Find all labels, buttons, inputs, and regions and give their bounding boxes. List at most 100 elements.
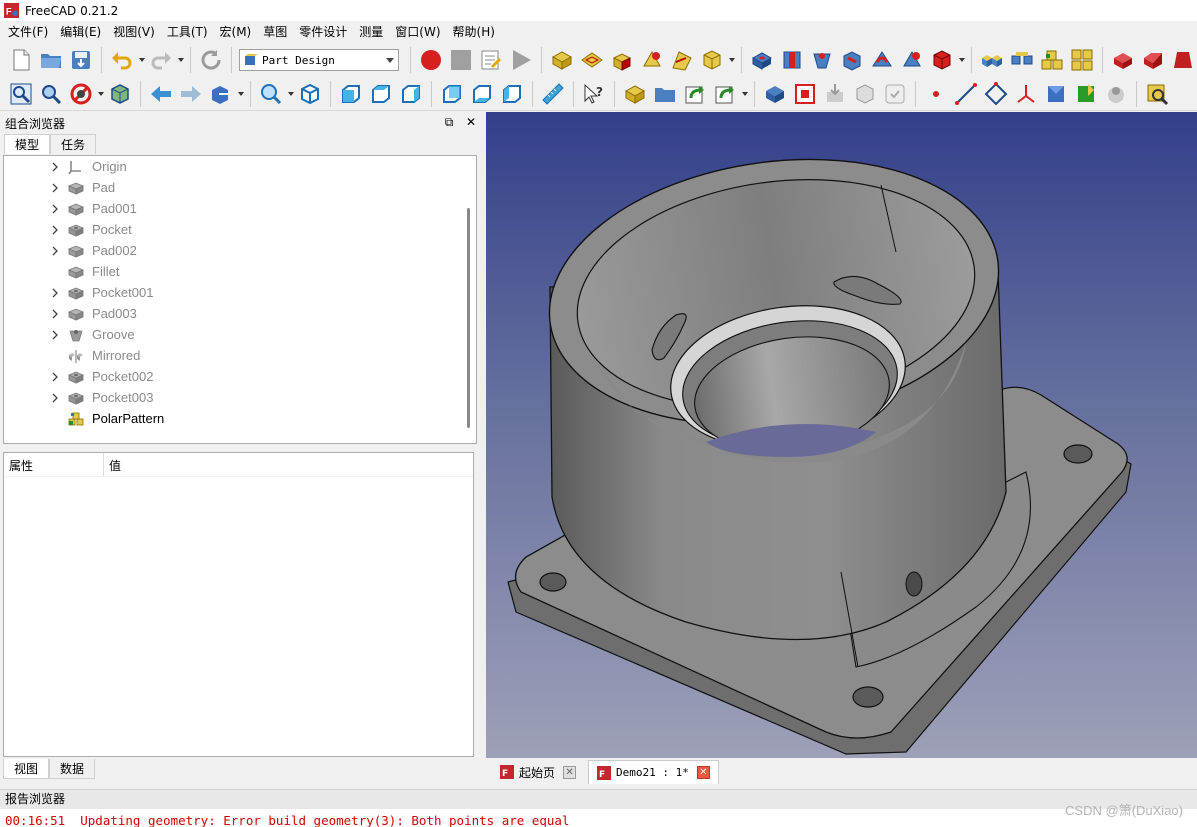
tree-item-mirrored[interactable]: Mirrored <box>4 345 476 366</box>
linear-pattern-button[interactable] <box>1008 46 1036 74</box>
tree-item-pocket001[interactable]: Pocket001 <box>4 282 476 303</box>
subtractive-pipe-button[interactable] <box>868 46 896 74</box>
value-column-header[interactable]: 值 <box>104 453 126 476</box>
chevron-right-icon[interactable] <box>50 393 60 403</box>
create-sketch-button[interactable] <box>578 46 606 74</box>
tree-item-groove[interactable]: Groove <box>4 324 476 345</box>
mirrored-button[interactable] <box>978 46 1006 74</box>
subtractive-helix-button[interactable] <box>898 46 926 74</box>
additive-loft-button[interactable] <box>668 46 696 74</box>
zoom-button[interactable] <box>257 80 285 108</box>
property-column-header[interactable]: 属性 <box>4 453 104 476</box>
menu-part-design[interactable]: 零件设计 <box>293 21 353 43</box>
shape-binder2-button[interactable] <box>1042 80 1070 108</box>
local-cs-button[interactable] <box>881 80 909 108</box>
tree-item-pad002[interactable]: Pad002 <box>4 240 476 261</box>
tree-item-pad003[interactable]: Pad003 <box>4 303 476 324</box>
chevron-right-icon[interactable] <box>50 204 60 214</box>
subtractive-loft-button[interactable] <box>838 46 866 74</box>
tree-item-pocket003[interactable]: Pocket003 <box>4 387 476 408</box>
datum-plane-button[interactable] <box>982 80 1010 108</box>
link-actions-dropdown[interactable] <box>740 80 749 108</box>
tree-item-pad001[interactable]: Pad001 <box>4 198 476 219</box>
fit-selection-button[interactable] <box>37 80 65 108</box>
create-body-button[interactable] <box>548 46 576 74</box>
chevron-right-icon[interactable] <box>50 225 60 235</box>
redo-button[interactable] <box>147 46 175 74</box>
datum-cs-button[interactable] <box>1012 80 1040 108</box>
menu-edit[interactable]: 编辑(E) <box>54 21 107 43</box>
back-button[interactable] <box>147 80 175 108</box>
document-tab-demo21[interactable]: F Demo21 : 1* ✕ <box>588 760 719 784</box>
datum-point-button[interactable] <box>922 80 950 108</box>
open-button[interactable] <box>37 46 65 74</box>
close-dock-button[interactable]: ✕ <box>464 115 478 129</box>
chevron-right-icon[interactable] <box>50 246 60 256</box>
tab-tasks[interactable]: 任务 <box>50 134 97 154</box>
menu-tools[interactable]: 工具(T) <box>161 21 214 43</box>
polar-pattern-button[interactable] <box>1038 46 1066 74</box>
pocket-button[interactable] <box>748 46 776 74</box>
chamfer-button[interactable] <box>1139 46 1167 74</box>
additive-primitive-dropdown[interactable] <box>727 46 736 74</box>
tree-item-fillet[interactable]: Fillet <box>4 261 476 282</box>
menu-help[interactable]: 帮助(H) <box>447 21 501 43</box>
chevron-right-icon[interactable] <box>50 162 60 172</box>
additive-primitive-button[interactable] <box>698 46 726 74</box>
draft-button[interactable] <box>1169 46 1197 74</box>
clone2-button[interactable] <box>1102 80 1130 108</box>
pad-button[interactable] <box>608 46 636 74</box>
view-top-button[interactable] <box>367 80 395 108</box>
draw-style-button[interactable] <box>67 80 95 108</box>
undo-dropdown[interactable] <box>137 46 146 74</box>
subtractive-primitive-button[interactable] <box>928 46 956 74</box>
whats-this-button[interactable]: ? <box>580 80 608 108</box>
measure-distance-button[interactable] <box>539 80 567 108</box>
chevron-right-icon[interactable] <box>50 309 60 319</box>
chevron-right-icon[interactable] <box>50 330 60 340</box>
clone-button[interactable] <box>821 80 849 108</box>
tree-item-pocket002[interactable]: Pocket002 <box>4 366 476 387</box>
view-bottom-button[interactable] <box>468 80 496 108</box>
document-tab-start-page[interactable]: F 起始页 ✕ <box>492 760 584 784</box>
link-actions-button[interactable] <box>711 80 739 108</box>
draw-style-dropdown[interactable] <box>96 80 105 108</box>
tree-item-pad[interactable]: Pad <box>4 177 476 198</box>
create-group-button[interactable] <box>651 80 679 108</box>
tree-scrollbar[interactable] <box>467 208 470 428</box>
multi-transform-button[interactable] <box>1068 46 1096 74</box>
subshape-binder2-button[interactable] <box>1072 80 1100 108</box>
forward-button[interactable] <box>177 80 205 108</box>
close-icon[interactable]: ✕ <box>563 765 577 779</box>
tree-item-origin[interactable]: Origin <box>4 156 476 177</box>
menu-view[interactable]: 视图(V) <box>107 21 161 43</box>
revolution-button[interactable] <box>638 46 666 74</box>
redo-dropdown[interactable] <box>176 46 185 74</box>
float-dock-button[interactable]: ⧉ <box>442 115 456 129</box>
menu-macro[interactable]: 宏(M) <box>214 21 258 43</box>
menu-measure[interactable]: 测量 <box>353 21 389 43</box>
undo-button[interactable] <box>108 46 136 74</box>
tab-view-properties[interactable]: 视图 <box>3 759 50 779</box>
bounding-box-button[interactable] <box>106 80 134 108</box>
tree-item-polarpattern[interactable]: PolarPattern <box>4 408 476 429</box>
view-rear-button[interactable] <box>438 80 466 108</box>
macro-run-button[interactable] <box>507 46 535 74</box>
tab-data-properties[interactable]: 数据 <box>49 759 96 779</box>
chevron-right-icon[interactable] <box>50 372 60 382</box>
hole-button[interactable] <box>778 46 806 74</box>
refresh-button[interactable] <box>197 46 225 74</box>
tree-item-pocket[interactable]: Pocket <box>4 219 476 240</box>
subtractive-primitive-dropdown[interactable] <box>957 46 966 74</box>
send-dropdown[interactable] <box>236 80 245 108</box>
check-geometry-button[interactable] <box>1143 80 1171 108</box>
subshape-binder-button[interactable] <box>791 80 819 108</box>
groove-button[interactable] <box>808 46 836 74</box>
menu-file[interactable]: 文件(F) <box>2 21 54 43</box>
view-isometric-button[interactable] <box>296 80 324 108</box>
menu-sketch[interactable]: 草图 <box>257 21 293 43</box>
shape-binder-button[interactable] <box>761 80 789 108</box>
create-part-button[interactable] <box>621 80 649 108</box>
fillet-button[interactable] <box>1109 46 1137 74</box>
macro-edit-button[interactable] <box>477 46 505 74</box>
